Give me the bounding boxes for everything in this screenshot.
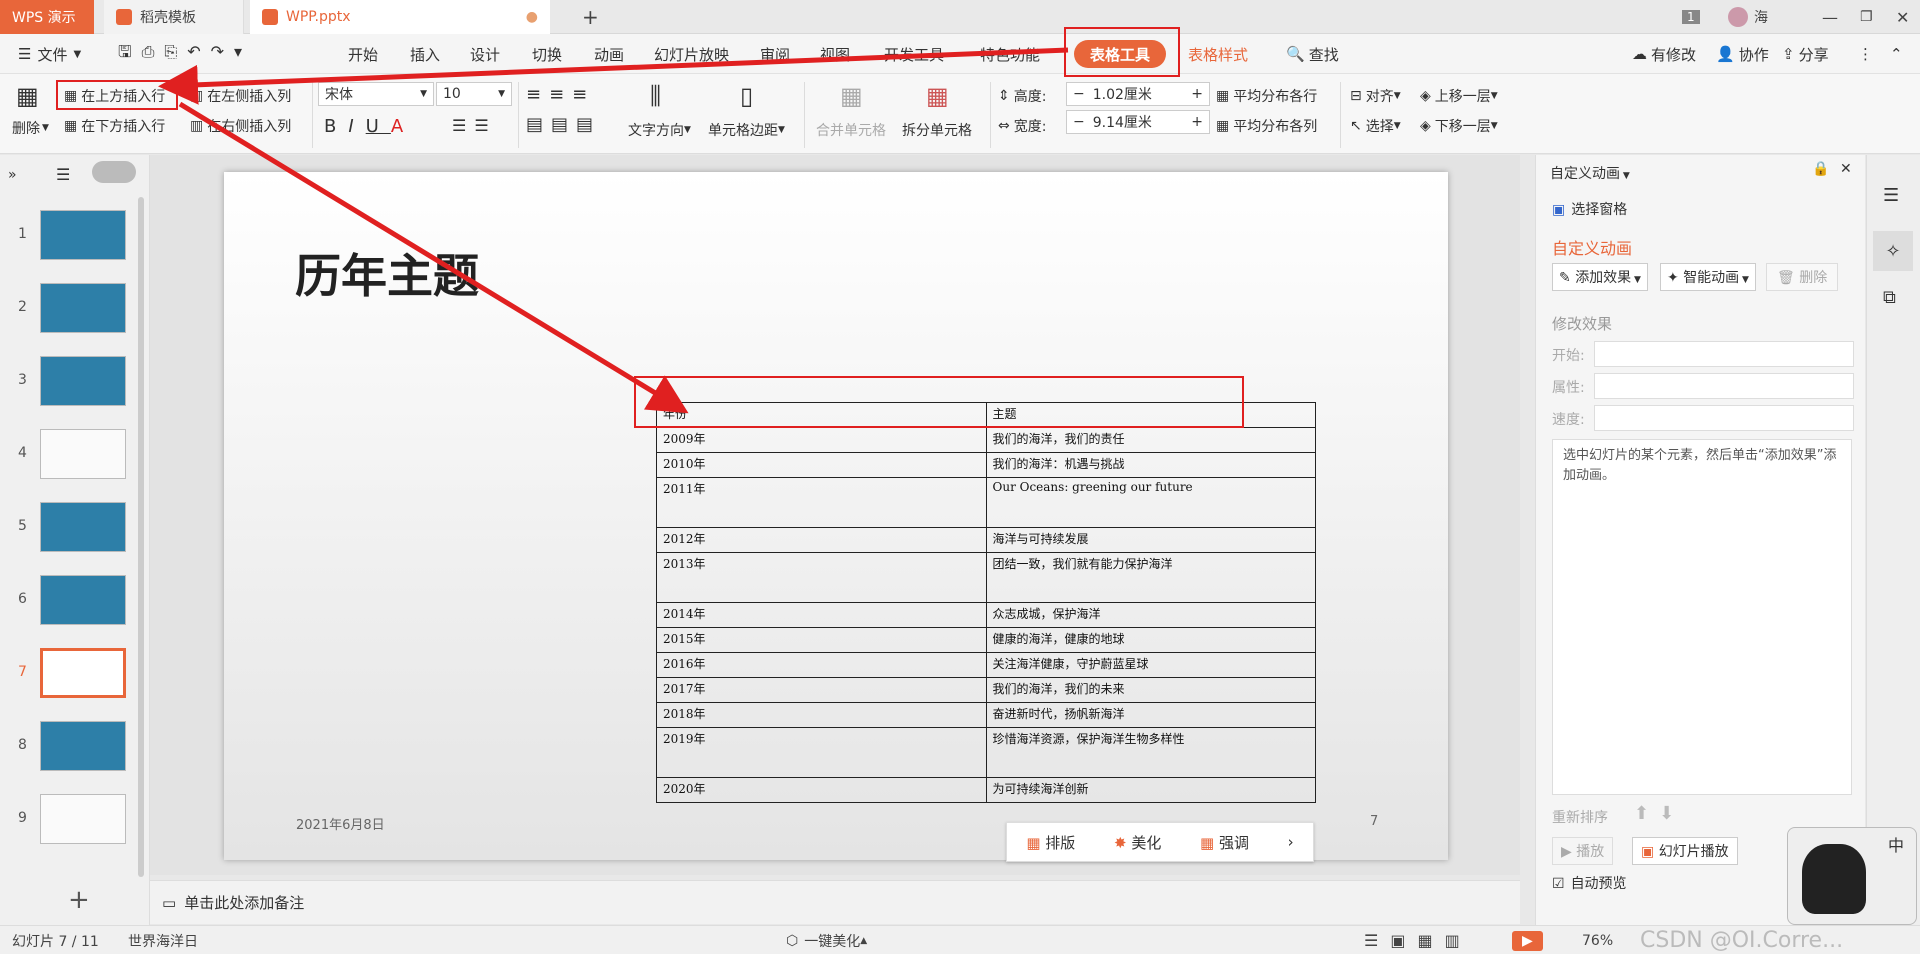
arrow-to-insert-above xyxy=(158,47,1069,105)
annotation-arrows xyxy=(158,47,1069,414)
arrow-to-table xyxy=(178,101,689,414)
